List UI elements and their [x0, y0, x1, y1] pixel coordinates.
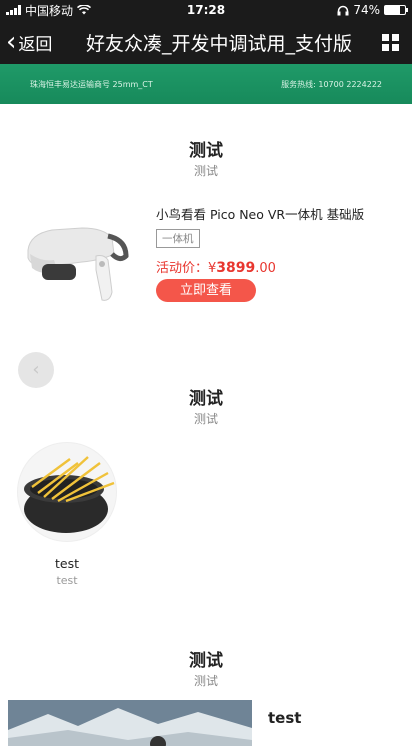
header-banner: 珠海恒丰易达运输商号 25mm_CT 服务热线: 10700 2224222: [0, 64, 412, 104]
product-name[interactable]: 小鸟看看 Pico Neo VR一体机 基础版: [156, 204, 364, 223]
price-value: 3899: [216, 260, 256, 276]
section-title: 测试: [189, 651, 223, 671]
battery-icon: [384, 5, 408, 15]
product-image[interactable]: [22, 210, 134, 310]
price-line: 活动价：¥3899.00: [156, 257, 276, 276]
back-button[interactable]: ‹ 返回: [0, 29, 70, 55]
banner-right-text: 服务热线: 10700 2224222: [281, 79, 382, 89]
item-label[interactable]: test: [268, 709, 301, 727]
headphones-icon: [337, 5, 349, 15]
item-photo[interactable]: [8, 700, 252, 746]
nav-bar: ‹ 返回 好友众凑_开发中调试用_支付版: [0, 20, 412, 64]
chevron-left-icon: ‹: [6, 27, 17, 57]
battery-percent: 74%: [353, 3, 380, 17]
section-title: 测试: [189, 389, 223, 409]
carrier-label: 中国移动: [25, 3, 74, 18]
price-decimal: .00: [255, 261, 276, 276]
section-subtitle: 测试: [193, 674, 218, 688]
item-name[interactable]: test: [17, 556, 117, 571]
price-label: 活动价：: [156, 261, 209, 276]
item-image[interactable]: [17, 442, 117, 542]
grid-icon: [381, 33, 399, 51]
section-subtitle: 测试: [193, 164, 218, 178]
signal-icon: [6, 5, 21, 15]
wifi-icon: [77, 5, 92, 15]
carousel-prev-button[interactable]: ‹: [18, 352, 54, 388]
section-subtitle: 测试: [193, 412, 218, 426]
chevron-left-icon: ‹: [32, 359, 40, 380]
status-bar: 中国移动 17:28 74%: [0, 0, 412, 20]
item-subtitle: test: [56, 574, 78, 587]
banner-left-text: 珠海恒丰易达运输商号 25mm_CT: [30, 79, 153, 89]
page-title: 好友众凑_开发中调试用_支付版: [85, 32, 352, 55]
product-tag: 一体机: [156, 229, 200, 248]
view-now-button[interactable]: 立即查看: [156, 279, 256, 302]
section-title: 测试: [189, 141, 223, 161]
back-label: 返回: [18, 34, 53, 55]
menu-button[interactable]: [368, 33, 412, 51]
